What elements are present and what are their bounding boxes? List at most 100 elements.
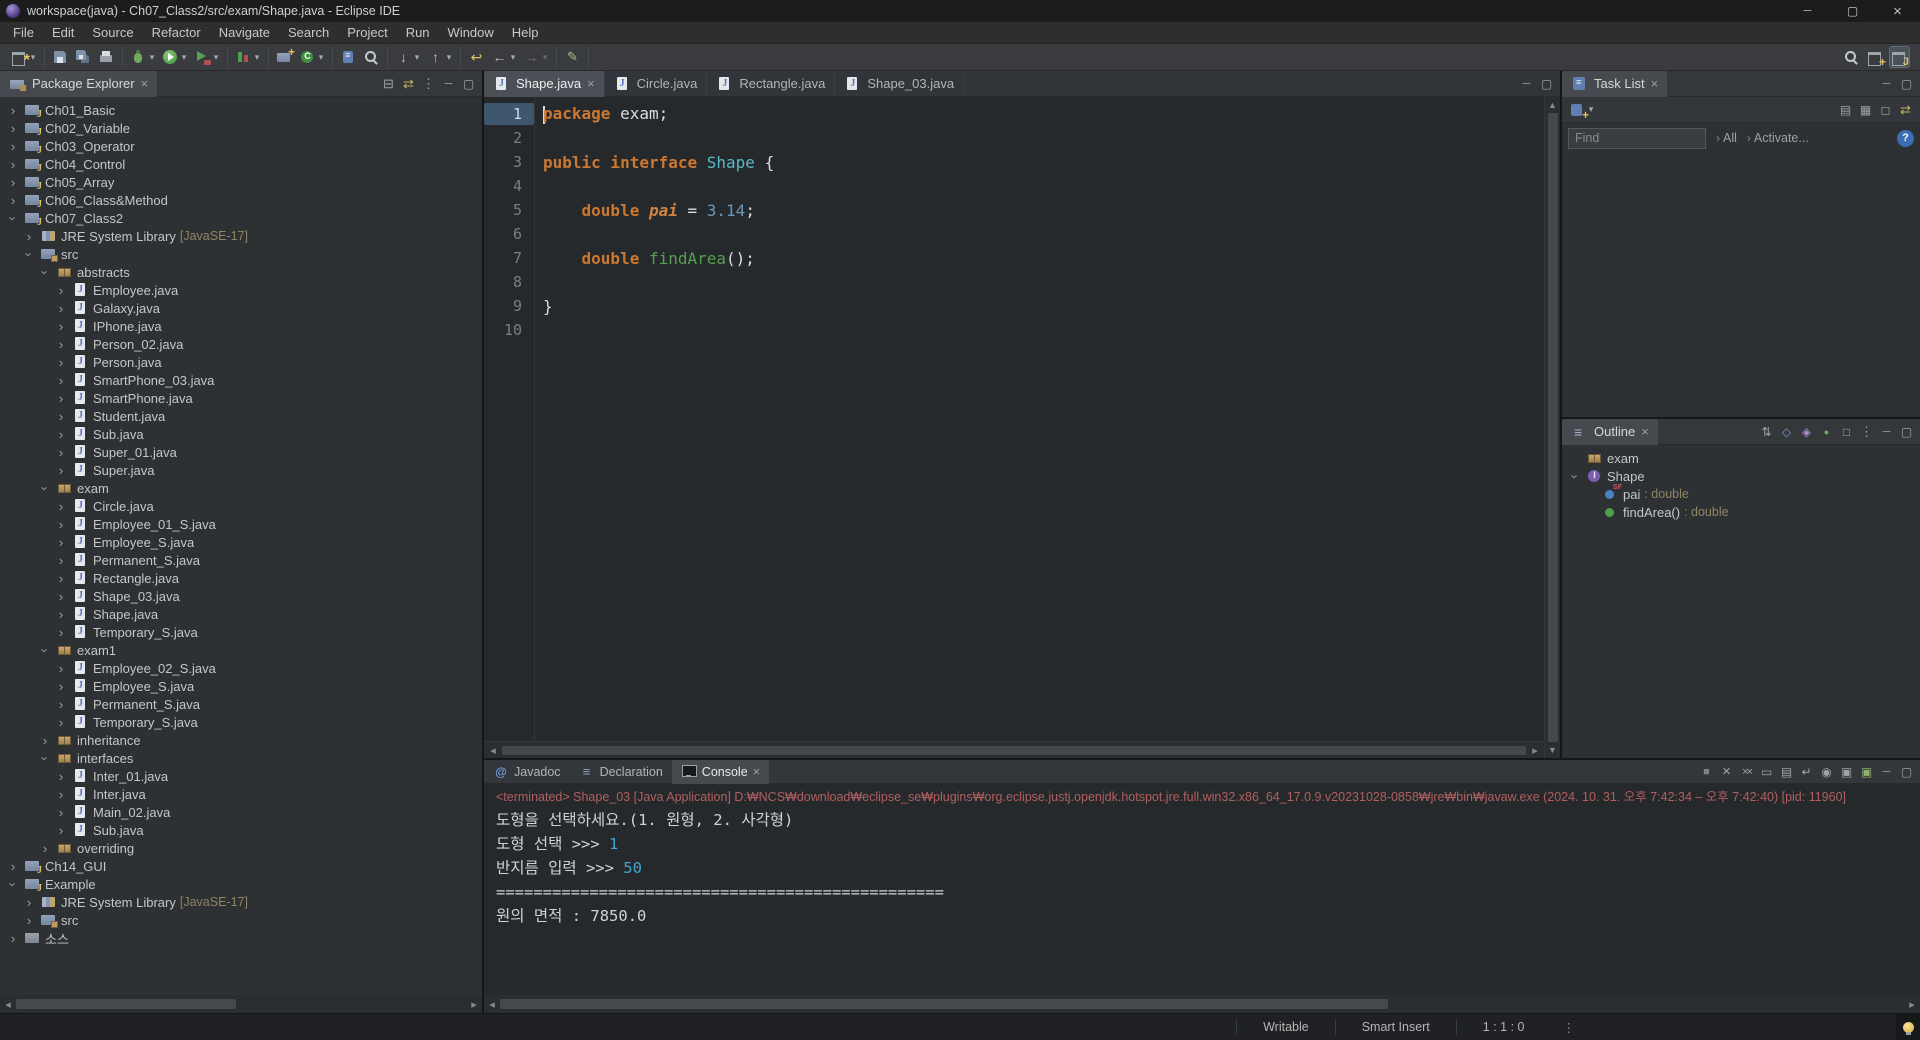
minimize-icon[interactable] [1785, 0, 1830, 22]
scroll-left-icon[interactable] [486, 998, 498, 1010]
tree-item[interactable]: Main_02.java [0, 803, 482, 821]
dropdown-arrow-icon[interactable] [541, 52, 549, 63]
maximize-icon[interactable] [1897, 762, 1916, 781]
view-menu-icon[interactable] [419, 74, 438, 93]
insert-mode-status[interactable]: Smart Insert [1334, 1019, 1456, 1035]
expander-icon[interactable] [6, 211, 20, 225]
tree-item[interactable]: Person.java [0, 353, 482, 371]
menu-item[interactable]: Window [439, 22, 503, 44]
tree-item[interactable]: Rectangle.java [0, 569, 482, 587]
expander-icon[interactable] [54, 535, 68, 549]
new-task-button[interactable] [1567, 99, 1597, 122]
editor-tab-shape-java[interactable]: Shape.java [484, 70, 605, 97]
tree-item[interactable]: Ch04_Control [0, 155, 482, 174]
dropdown-arrow-icon[interactable] [445, 52, 453, 63]
expander-icon[interactable] [6, 193, 20, 207]
tree-item[interactable]: Sub.java [0, 425, 482, 443]
tree-item[interactable]: Employee.java [0, 281, 482, 299]
console-hscrollbar[interactable] [484, 995, 1920, 1013]
save-all-button[interactable] [73, 46, 94, 68]
menu-item[interactable]: Navigate [210, 22, 279, 44]
debug-button[interactable] [128, 46, 158, 68]
expander-icon[interactable] [54, 301, 68, 315]
expander-icon[interactable] [38, 733, 52, 747]
scroll-down-icon[interactable] [1547, 744, 1559, 756]
print-button[interactable] [96, 46, 117, 68]
scroll-right-icon[interactable] [468, 998, 480, 1010]
console-tab[interactable]: Console [671, 759, 770, 784]
task-find-input[interactable] [1568, 127, 1706, 149]
maximize-icon[interactable] [1897, 74, 1916, 93]
tree-item[interactable]: SmartPhone.java [0, 389, 482, 407]
tree-item[interactable]: Ch05_Array [0, 173, 482, 192]
scheduled-icon[interactable] [1856, 100, 1875, 119]
open-task-button[interactable] [338, 46, 359, 68]
declaration-tab[interactable]: Declaration [570, 760, 672, 784]
previous-annotation-button[interactable] [425, 46, 455, 68]
sort-icon[interactable] [1757, 422, 1776, 441]
tree-item[interactable]: src [0, 245, 482, 263]
tree-item[interactable]: Ch14_GUI [0, 857, 482, 876]
menu-item[interactable]: Source [83, 22, 142, 44]
scrollbar-thumb[interactable] [502, 745, 1526, 755]
code-editor[interactable]: 1 package exam; 2 3 public interface Shape {… [484, 97, 1544, 741]
tree-item[interactable]: SmartPhone_03.java [0, 371, 482, 389]
tree-item[interactable]: Example [0, 875, 482, 894]
expander-icon[interactable] [54, 769, 68, 783]
tree-item[interactable]: Ch01_Basic [0, 101, 482, 120]
outline-tab[interactable]: Outline [1562, 418, 1658, 445]
hide-static-icon[interactable] [1797, 422, 1816, 441]
menu-item[interactable]: Edit [43, 22, 83, 44]
expander-icon[interactable] [54, 823, 68, 837]
scrollbar-thumb[interactable] [500, 999, 1388, 1009]
expander-icon[interactable] [54, 499, 68, 513]
remove-all-launches-icon[interactable] [1737, 762, 1756, 781]
expander-icon[interactable] [6, 157, 20, 171]
help-icon[interactable] [1897, 129, 1914, 147]
tree-item[interactable]: Permanent_S.java [0, 695, 482, 713]
dropdown-arrow-icon[interactable] [509, 52, 517, 63]
minimize-icon[interactable] [1517, 74, 1536, 93]
expander-icon[interactable] [54, 373, 68, 387]
menu-item[interactable]: Search [279, 22, 338, 44]
menu-item[interactable]: File [4, 22, 43, 44]
word-wrap-icon[interactable] [1797, 762, 1816, 781]
expander-icon[interactable] [54, 697, 68, 711]
expander-icon[interactable] [6, 931, 20, 945]
tree-item[interactable]: exam1 [0, 641, 482, 659]
dropdown-arrow-icon[interactable] [212, 52, 220, 63]
run-button[interactable] [160, 46, 190, 68]
tree-item[interactable]: interfaces [0, 749, 482, 767]
view-menu-icon[interactable] [1857, 422, 1876, 441]
search-button[interactable] [361, 46, 382, 68]
new-wizard-button[interactable] [9, 46, 39, 70]
expander-icon[interactable] [38, 265, 52, 279]
scroll-left-icon[interactable] [487, 744, 499, 756]
link-with-editor-icon[interactable] [1896, 100, 1915, 119]
menu-item[interactable]: Refactor [143, 22, 210, 44]
quick-search-button[interactable] [1841, 46, 1862, 68]
dropdown-arrow-icon[interactable] [413, 52, 421, 63]
expander-icon[interactable] [54, 625, 68, 639]
java-perspective-button[interactable] [1889, 46, 1910, 68]
next-annotation-button[interactable] [393, 46, 423, 68]
close-icon[interactable] [1641, 424, 1649, 439]
tree-item[interactable]: abstracts [0, 263, 482, 281]
scroll-lock-icon[interactable] [1777, 762, 1796, 781]
tree-item[interactable]: Ch07_Class2 [0, 209, 482, 228]
expander-icon[interactable] [22, 913, 36, 927]
tree-item[interactable]: Ch03_Operator [0, 137, 482, 156]
hide-non-public-icon[interactable] [1817, 422, 1836, 441]
scroll-up-icon[interactable] [1547, 99, 1559, 111]
tree-item[interactable]: inheritance [0, 731, 482, 749]
expander-icon[interactable] [38, 481, 52, 495]
pin-editor-button[interactable] [562, 46, 583, 68]
editor-tab-rectangle-java[interactable]: Rectangle.java [707, 70, 836, 97]
tree-item[interactable]: Employee_01_S.java [0, 515, 482, 533]
expander-icon[interactable] [54, 661, 68, 675]
terminate-icon[interactable] [1697, 762, 1716, 781]
expander-icon[interactable] [22, 229, 36, 243]
editor-vertical-scrollbar[interactable] [1544, 97, 1560, 758]
pin-console-icon[interactable] [1817, 762, 1836, 781]
back-button[interactable] [489, 46, 519, 68]
